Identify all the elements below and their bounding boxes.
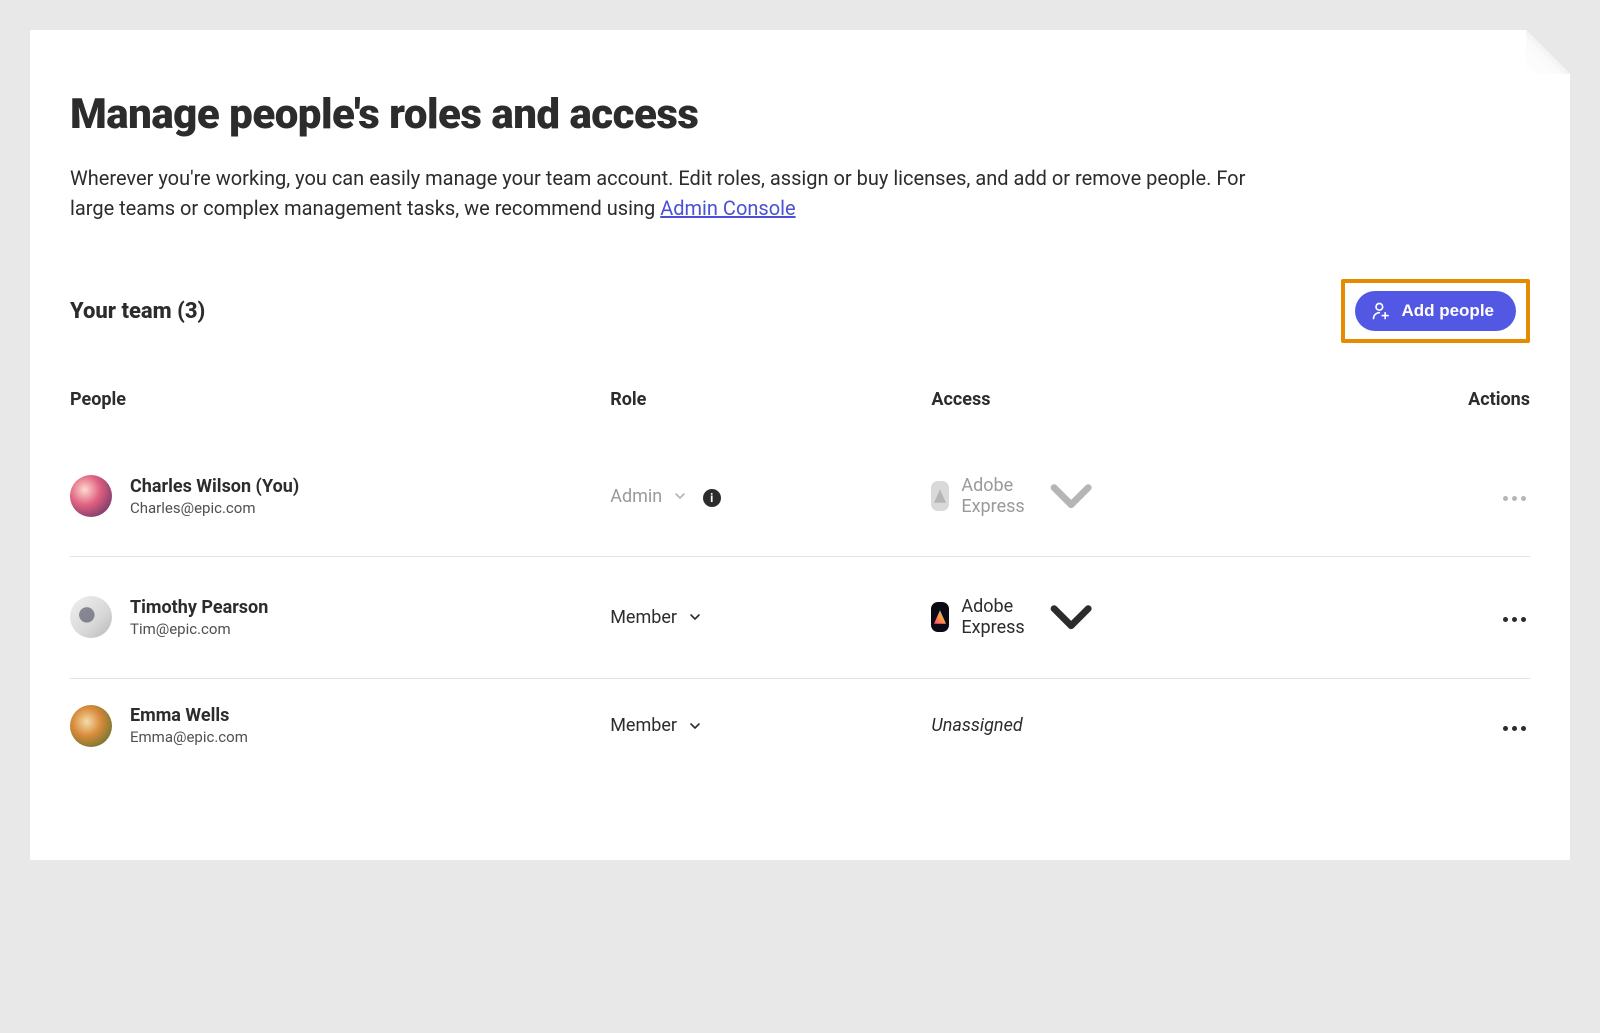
- avatar: [70, 705, 112, 747]
- person-email: Emma@epic.com: [130, 728, 248, 746]
- col-access: Access: [931, 377, 1354, 436]
- role-dropdown[interactable]: Admin: [610, 486, 688, 507]
- chevron-down-icon: [672, 488, 688, 504]
- manage-people-card: Manage people's roles and access Whereve…: [30, 30, 1570, 860]
- access-label: Unassigned: [931, 715, 1022, 736]
- add-people-button[interactable]: Add people: [1355, 291, 1516, 331]
- access-dropdown[interactable]: Adobe Express: [931, 462, 1105, 530]
- access-dropdown[interactable]: Unassigned: [931, 715, 1034, 736]
- team-table: People Role Access Actions Charles Wilso…: [70, 377, 1530, 773]
- access-label: Adobe Express: [961, 475, 1024, 517]
- person-name: Charles Wilson (You): [130, 476, 299, 497]
- row-actions-menu[interactable]: [1499, 611, 1530, 628]
- adobe-express-icon: [931, 481, 949, 511]
- role-label: Member: [610, 607, 677, 628]
- info-icon[interactable]: i: [703, 489, 721, 507]
- role-label: Member: [610, 715, 677, 736]
- row-actions-menu[interactable]: [1499, 720, 1530, 737]
- admin-console-link[interactable]: Admin Console: [660, 196, 795, 220]
- person-name: Emma Wells: [130, 705, 248, 726]
- col-people: People: [70, 377, 610, 436]
- add-person-icon: [1371, 301, 1391, 321]
- col-role: Role: [610, 377, 931, 436]
- access-dropdown[interactable]: Adobe Express: [931, 583, 1105, 651]
- table-row: Emma Wells Emma@epic.com Member Unassign…: [70, 678, 1530, 773]
- chevron-down-icon: [687, 718, 703, 734]
- person-email: Charles@epic.com: [130, 499, 299, 517]
- person-email: Tim@epic.com: [130, 620, 268, 638]
- chevron-down-icon: [1037, 462, 1105, 530]
- col-actions: Actions: [1355, 377, 1530, 436]
- table-row: Timothy Pearson Tim@epic.com Member: [70, 557, 1530, 678]
- description-text: Wherever you're working, you can easily …: [70, 166, 1245, 220]
- table-header-row: People Role Access Actions: [70, 377, 1530, 436]
- chevron-down-icon: [1037, 583, 1105, 651]
- add-people-highlight: Add people: [1341, 279, 1530, 343]
- access-label: Adobe Express: [961, 596, 1024, 638]
- person-cell: Emma Wells Emma@epic.com: [70, 705, 610, 747]
- page-title: Manage people's roles and access: [70, 90, 1530, 139]
- adobe-express-icon: [931, 602, 949, 632]
- person-cell: Timothy Pearson Tim@epic.com: [70, 596, 610, 638]
- team-header: Your team (3) Add people: [70, 279, 1530, 343]
- row-actions-menu[interactable]: [1499, 490, 1530, 507]
- role-label: Admin: [610, 486, 662, 507]
- add-people-label: Add people: [1401, 301, 1494, 321]
- table-row: Charles Wilson (You) Charles@epic.com Ad…: [70, 436, 1530, 557]
- role-dropdown[interactable]: Member: [610, 607, 703, 628]
- chevron-down-icon: [687, 609, 703, 625]
- role-dropdown[interactable]: Member: [610, 715, 703, 736]
- page-description: Wherever you're working, you can easily …: [70, 163, 1270, 223]
- person-cell: Charles Wilson (You) Charles@epic.com: [70, 475, 610, 517]
- person-name: Timothy Pearson: [130, 597, 268, 618]
- team-title: Your team (3): [70, 299, 205, 324]
- avatar: [70, 475, 112, 517]
- page-curl-decoration: [1526, 30, 1570, 74]
- avatar: [70, 596, 112, 638]
